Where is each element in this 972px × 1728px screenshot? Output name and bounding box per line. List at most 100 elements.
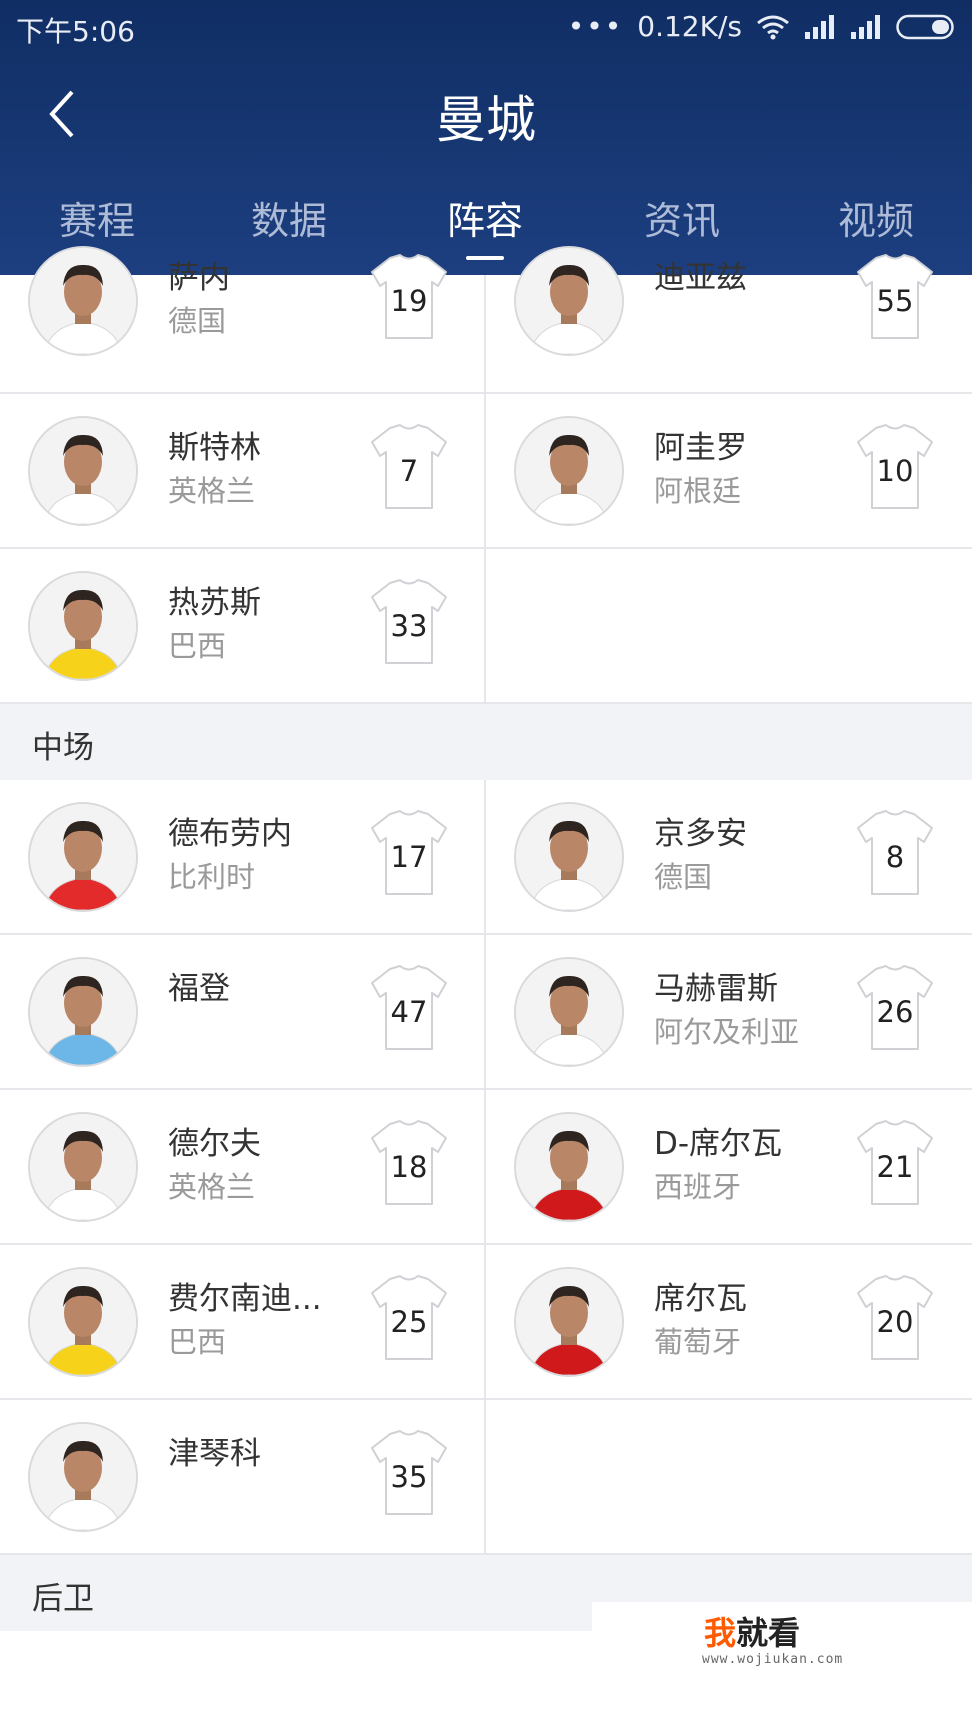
jersey-icon: 20 <box>856 1275 934 1361</box>
player-card[interactable]: 福登 47 <box>0 935 486 1088</box>
tab-bar: 赛程 数据 阵容 资讯 视频 <box>0 190 972 250</box>
player-avatar <box>28 571 138 681</box>
player-card[interactable]: 阿圭罗阿根廷 10 <box>486 394 970 547</box>
jersey-icon: 7 <box>370 424 448 510</box>
player-nationality: 英格兰 <box>168 1170 256 1204</box>
player-row: 萨内 德国 19 迪亚兹 55 <box>0 246 972 394</box>
tab-squad[interactable]: 阵容 <box>405 190 565 245</box>
status-bar: 下午5:06 ••• 0.12K/s <box>0 0 972 56</box>
player-card[interactable]: 费尔南迪... 巴西 25 <box>0 1245 486 1398</box>
player-avatar <box>514 416 624 526</box>
player-avatar <box>514 802 624 912</box>
player-avatar <box>514 1112 624 1222</box>
status-time: 下午5:06 <box>16 15 135 48</box>
player-row: 德布劳内 比利时 17 京多安德国 8 <box>0 780 972 935</box>
player-card[interactable]: D-席尔瓦 西班牙 21 <box>486 1090 970 1243</box>
jersey-number: 33 <box>390 609 428 643</box>
player-avatar <box>514 957 624 1067</box>
wifi-icon <box>757 15 789 39</box>
player-row: 费尔南迪... 巴西 25 席尔瓦 葡萄牙 20 <box>0 1245 972 1400</box>
player-card[interactable]: 斯特林 英格兰 7 <box>0 394 486 547</box>
jersey-number: 21 <box>876 1150 914 1184</box>
battery-icon <box>896 14 954 39</box>
player-card[interactable]: 席尔瓦 葡萄牙 20 <box>486 1245 970 1398</box>
player-card[interactable]: 津琴科 35 <box>0 1400 486 1553</box>
player-name: 京多安 <box>654 816 747 852</box>
player-card[interactable]: 迪亚兹 55 <box>486 246 970 392</box>
jersey-number: 17 <box>390 840 428 874</box>
jersey-number: 47 <box>390 995 428 1029</box>
jersey-icon: 17 <box>370 810 448 896</box>
tab-schedule[interactable]: 赛程 <box>17 190 177 245</box>
top-header: 下午5:06 ••• 0.12K/s 曼城 赛程 数据 阵容 资讯 视频 <box>0 0 972 275</box>
jersey-icon: 19 <box>370 254 448 340</box>
jersey-icon: 25 <box>370 1275 448 1361</box>
player-row: 斯特林 英格兰 7 阿圭罗 阿根廷 10 <box>0 394 972 549</box>
signal-icon <box>805 14 834 39</box>
player-nationality: 葡萄牙 <box>654 1325 742 1359</box>
player-row: 津琴科 35 <box>0 1400 972 1555</box>
jersey-number: 8 <box>885 840 905 874</box>
player-name: 福登 <box>168 971 230 1007</box>
watermark-url: www.wojiukan.com <box>702 1652 844 1667</box>
jersey-number: 18 <box>390 1150 428 1184</box>
player-card[interactable]: 热苏斯巴西 33 <box>0 549 486 702</box>
player-name: 德尔夫 <box>168 1126 261 1162</box>
watermark-logo: 我就看 www.wojiukan.com <box>592 1602 972 1708</box>
jersey-number: 19 <box>390 284 428 318</box>
player-nationality: 英格兰 <box>168 474 256 508</box>
player-nationality: 阿根廷 <box>654 474 742 508</box>
jersey-number: 55 <box>876 284 914 318</box>
jersey-icon: 55 <box>856 254 934 340</box>
player-nationality: 巴西 <box>168 1325 227 1359</box>
section-header-midfield: 中场 <box>0 704 972 780</box>
section-title: 后卫 <box>32 1581 94 1617</box>
jersey-number: 35 <box>390 1460 428 1494</box>
signal-icon <box>851 14 880 39</box>
player-card[interactable]: 萨内 德国 19 <box>0 246 486 392</box>
player-name: 阿圭罗 <box>654 430 747 466</box>
jersey-number: 20 <box>876 1305 914 1339</box>
player-row: 德尔夫英格兰 18 D-席尔瓦 西班牙 21 <box>0 1090 972 1245</box>
tab-stats[interactable]: 数据 <box>209 190 369 245</box>
jersey-icon: 33 <box>370 579 448 665</box>
empty-cell <box>486 549 970 702</box>
squad-list: 萨内 德国 19 迪亚兹 55 斯特林 英格兰 7 阿圭罗 阿根廷 10 热苏斯 巴西 33 中场 德布劳内比… <box>0 246 972 1631</box>
player-card[interactable]: 德布劳内 比利时 17 <box>0 780 486 933</box>
player-card[interactable]: 京多安德国 8 <box>486 780 970 933</box>
watermark-brand: 就看 <box>736 1614 801 1652</box>
player-name: 津琴科 <box>168 1436 261 1472</box>
player-avatar <box>28 802 138 912</box>
player-avatar <box>28 1422 138 1532</box>
watermark-brand-orange: 我 <box>704 1614 737 1652</box>
player-name: 萨内 <box>168 260 230 296</box>
status-icons: ••• 0.12K/s <box>568 10 958 43</box>
player-avatar <box>28 957 138 1067</box>
player-nationality: 德国 <box>654 860 713 894</box>
more-dots-icon: ••• <box>567 10 624 43</box>
player-name: 迪亚兹 <box>654 260 747 296</box>
player-name: 马赫雷斯 <box>654 971 778 1007</box>
player-name: 德布劳内 <box>168 816 292 852</box>
player-avatar <box>28 246 138 356</box>
player-nationality: 阿尔及利亚 <box>654 1015 800 1049</box>
player-avatar <box>514 246 624 356</box>
empty-cell <box>486 1400 970 1553</box>
tab-news[interactable]: 资讯 <box>602 190 762 245</box>
jersey-icon: 21 <box>856 1120 934 1206</box>
player-nationality: 巴西 <box>168 629 227 663</box>
player-card[interactable]: 马赫雷斯阿尔及利亚 26 <box>486 935 970 1088</box>
player-avatar <box>28 416 138 526</box>
player-name: 费尔南迪... <box>168 1281 322 1317</box>
jersey-icon: 47 <box>370 965 448 1051</box>
player-avatar <box>28 1267 138 1377</box>
jersey-number: 7 <box>399 454 419 488</box>
jersey-icon: 35 <box>370 1430 448 1516</box>
active-tab-indicator <box>466 256 504 260</box>
jersey-icon: 26 <box>856 965 934 1051</box>
player-row: 热苏斯巴西 33 <box>0 549 972 704</box>
player-card[interactable]: 德尔夫英格兰 18 <box>0 1090 486 1243</box>
tab-videos[interactable]: 视频 <box>796 190 956 245</box>
jersey-number: 10 <box>876 454 914 488</box>
player-name: 热苏斯 <box>168 585 261 621</box>
